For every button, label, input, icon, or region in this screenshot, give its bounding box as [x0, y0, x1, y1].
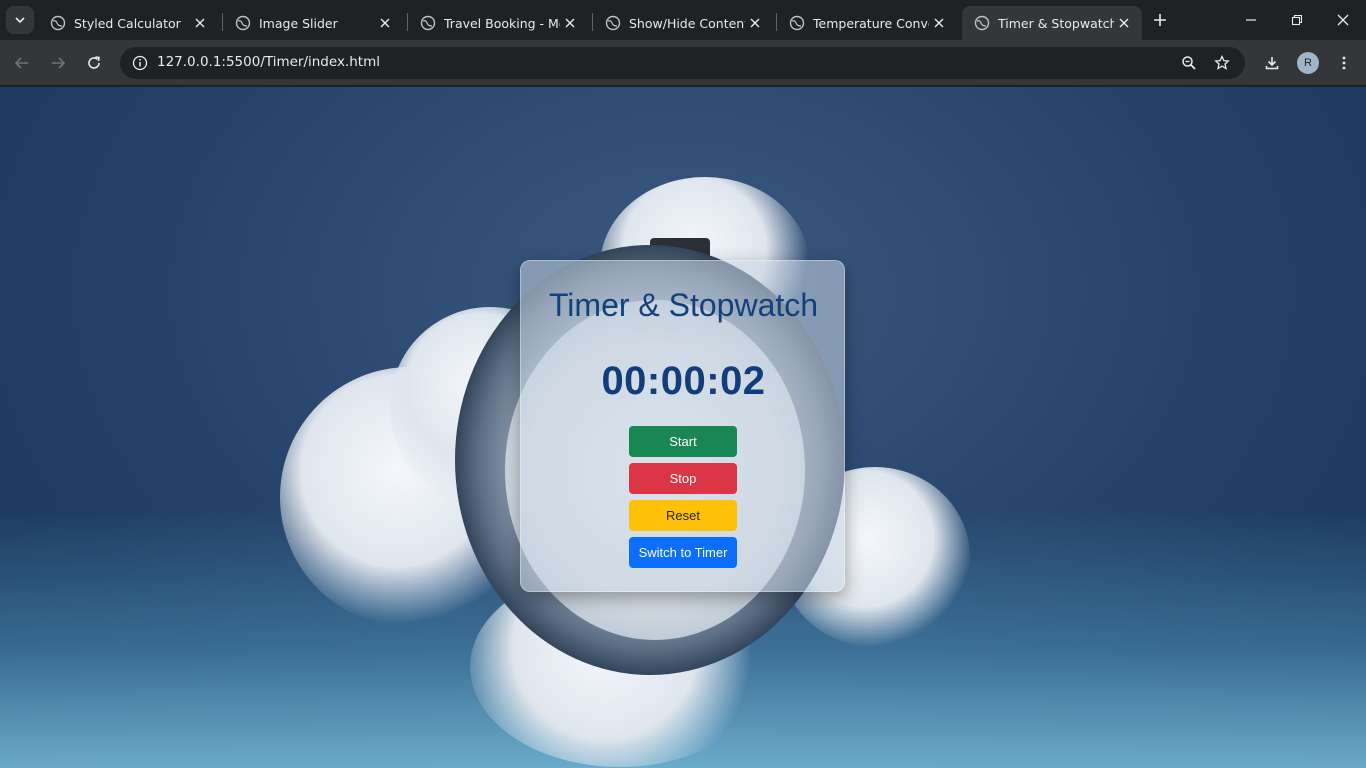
restore-icon — [1291, 14, 1303, 26]
tab-search-button[interactable] — [6, 6, 34, 34]
start-button[interactable]: Start — [629, 426, 737, 457]
back-button[interactable] — [8, 49, 36, 77]
tab-title: Travel Booking - Mod — [444, 15, 560, 31]
close-icon[interactable] — [375, 13, 395, 33]
zoom-icon[interactable] — [1177, 51, 1201, 75]
download-icon — [1265, 57, 1279, 70]
time-display: 00:00:02 — [601, 359, 766, 403]
tab-show-hide-content[interactable]: Show/Hide Content — [593, 6, 773, 40]
tab-title: Show/Hide Content — [629, 15, 745, 31]
tab-title: Temperature Convert — [813, 15, 929, 31]
tab-image-slider[interactable]: Image Slider — [223, 6, 403, 40]
close-icon[interactable] — [1114, 13, 1134, 33]
profile-avatar[interactable]: R — [1297, 52, 1319, 74]
globe-icon — [974, 15, 990, 31]
globe-icon — [235, 15, 251, 31]
stop-button[interactable]: Stop — [629, 463, 737, 494]
tab-strip: Styled Calculator Image Slider Travel Bo… — [0, 0, 1366, 40]
globe-icon — [605, 15, 621, 31]
tab-travel-booking[interactable]: Travel Booking - Mod — [408, 6, 588, 40]
more-vert-icon — [1342, 56, 1346, 70]
switch-mode-button[interactable]: Switch to Timer — [629, 537, 737, 568]
chevron-down-icon — [15, 17, 25, 24]
arrow-right-icon — [52, 57, 66, 69]
close-icon[interactable] — [745, 13, 765, 33]
restore-button[interactable] — [1274, 0, 1320, 40]
tab-styled-calculator[interactable]: Styled Calculator — [38, 6, 218, 40]
url-text[interactable]: 127.0.0.1:5500/Timer/index.html — [157, 54, 380, 70]
reset-button[interactable]: Reset — [629, 500, 737, 531]
tab-title: Styled Calculator — [74, 15, 181, 31]
tab-temperature-converter[interactable]: Temperature Convert — [777, 6, 957, 40]
minimize-icon — [1246, 19, 1256, 21]
page-viewport: Timer & Stopwatch 00:00:02 Start Stop Re… — [0, 87, 1366, 768]
new-tab-button[interactable] — [1148, 8, 1172, 32]
globe-icon — [50, 15, 66, 31]
close-icon — [1337, 14, 1349, 26]
tab-title: Timer & Stopwatch — [998, 15, 1114, 31]
tab-title: Image Slider — [259, 15, 338, 31]
site-info-icon[interactable] — [128, 51, 152, 75]
globe-icon — [420, 15, 436, 31]
globe-icon — [789, 15, 805, 31]
tab-timer-stopwatch[interactable]: Timer & Stopwatch — [962, 6, 1142, 40]
reload-icon — [88, 56, 100, 69]
plus-icon — [1154, 14, 1166, 26]
arrow-left-icon — [14, 57, 28, 69]
reload-button[interactable] — [80, 49, 108, 77]
timer-card: Timer & Stopwatch 00:00:02 Start Stop Re… — [520, 260, 845, 592]
menu-button[interactable] — [1330, 49, 1358, 77]
forward-button[interactable] — [44, 49, 72, 77]
browser-toolbar: 127.0.0.1:5500/Timer/index.html — [0, 40, 1366, 86]
address-bar[interactable]: 127.0.0.1:5500/Timer/index.html — [120, 47, 1245, 79]
page-title: Timer & Stopwatch — [548, 287, 819, 323]
close-icon[interactable] — [929, 13, 949, 33]
close-window-button[interactable] — [1320, 0, 1366, 40]
bookmark-star-icon[interactable] — [1210, 51, 1234, 75]
minimize-button[interactable] — [1228, 0, 1274, 40]
downloads-button[interactable] — [1258, 49, 1286, 77]
close-icon[interactable] — [190, 13, 210, 33]
close-icon[interactable] — [560, 13, 580, 33]
